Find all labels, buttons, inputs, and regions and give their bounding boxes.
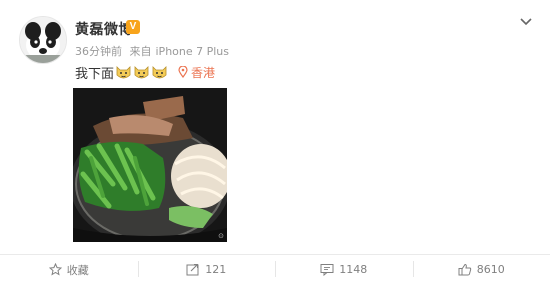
doge-emoji-icon — [133, 64, 150, 81]
location-pin-icon — [178, 66, 188, 78]
favorite-label: 收藏 — [67, 262, 89, 278]
location-link[interactable]: 香港 — [178, 64, 215, 81]
comment-icon — [320, 263, 334, 276]
post-text: 我下面 — [75, 63, 114, 82]
author-name[interactable]: 黄磊微博 — [75, 19, 133, 39]
post-source[interactable]: iPhone 7 Plus — [156, 45, 230, 58]
location-name: 香港 — [191, 64, 215, 81]
post-meta: 36分钟前 来自 iPhone 7 Plus — [75, 43, 233, 59]
source-prefix: 来自 — [130, 45, 152, 58]
chevron-down-icon[interactable] — [518, 14, 534, 30]
weibo-post-card: 黄磊微博 V 36分钟前 来自 iPhone 7 Plus 我下面 — [0, 0, 550, 283]
doge-emoji-icon — [151, 64, 168, 81]
action-bar: 收藏 121 1148 8610 — [0, 254, 550, 284]
comment-count: 1148 — [339, 263, 367, 276]
comment-button[interactable]: 1148 — [275, 255, 413, 284]
repost-icon — [186, 263, 200, 276]
like-button[interactable]: 8610 — [413, 255, 550, 284]
like-count: 8610 — [477, 263, 505, 276]
doge-emoji-icon — [115, 64, 132, 81]
avatar[interactable] — [19, 16, 67, 64]
star-icon — [49, 263, 62, 276]
post-photo[interactable]: ⊙ — [73, 88, 227, 242]
favorite-button[interactable]: 收藏 — [0, 255, 138, 284]
verified-badge-icon: V — [126, 20, 140, 34]
photo-watermark-icon: ⊙ — [218, 232, 224, 240]
repost-count: 121 — [205, 263, 226, 276]
post-time[interactable]: 36分钟前 — [75, 45, 122, 58]
thumbs-up-icon — [458, 263, 472, 276]
repost-button[interactable]: 121 — [138, 255, 276, 284]
post-content: 我下面 — [75, 63, 215, 81]
